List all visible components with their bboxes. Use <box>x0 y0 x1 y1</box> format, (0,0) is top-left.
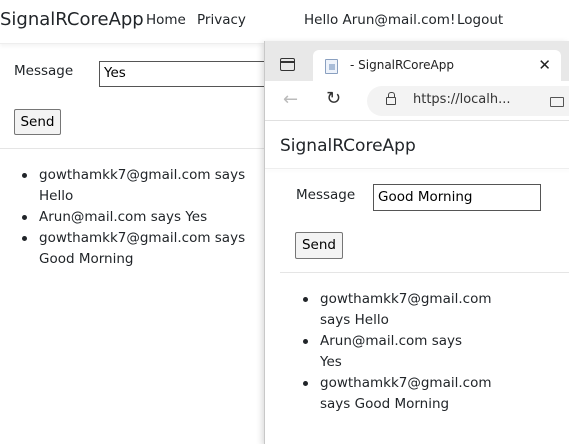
divider <box>0 148 270 149</box>
close-icon[interactable]: ✕ <box>538 56 551 74</box>
message-label: Message <box>296 187 356 203</box>
header-divider <box>265 168 569 169</box>
reader-mode-icon[interactable] <box>550 97 564 107</box>
message-label: Message <box>14 63 74 79</box>
nav-user-greeting[interactable]: Hello Arun@mail.com! <box>304 12 455 28</box>
send-button[interactable]: Send <box>14 109 61 135</box>
tab-strip: - SignalRCoreApp ✕ <box>265 41 569 81</box>
messages-list: gowthamkk7@gmail.com says Hello Arun@mai… <box>295 289 492 415</box>
list-item: gowthamkk7@gmail.com says Good Morning <box>295 373 492 415</box>
messages-list: gowthamkk7@gmail.com says Hello Arun@mai… <box>14 165 254 270</box>
back-arrow-icon[interactable]: ← <box>283 89 298 110</box>
list-item: Arun@mail.com says Yes <box>14 207 254 228</box>
browser-window: - SignalRCoreApp ✕ ← ↻ https://localh...… <box>264 41 569 444</box>
url-text[interactable]: https://localh... <box>413 92 511 107</box>
list-item: gowthamkk7@gmail.com says Hello <box>295 289 492 331</box>
divider <box>280 272 569 273</box>
navbar-brand[interactable]: SignalRCoreApp <box>0 9 144 30</box>
refresh-icon[interactable]: ↻ <box>326 88 341 109</box>
nav-privacy-link[interactable]: Privacy <box>197 12 246 28</box>
page-favicon-icon <box>325 59 338 74</box>
message-input[interactable]: Good Morning <box>373 184 541 211</box>
message-input[interactable]: Yes <box>99 61 279 87</box>
send-button[interactable]: Send <box>295 232 343 259</box>
sidebar-icon[interactable] <box>280 58 295 71</box>
address-bar[interactable]: https://localh... <box>367 86 569 116</box>
list-item: gowthamkk7@gmail.com says Good Morning <box>14 228 254 270</box>
browser-toolbar: ← ↻ https://localh... <box>265 81 569 121</box>
browser-tab[interactable]: - SignalRCoreApp ✕ <box>313 50 561 81</box>
nav-logout-link[interactable]: Logout <box>457 12 503 28</box>
tab-title: - SignalRCoreApp <box>350 58 454 72</box>
nav-home-link[interactable]: Home <box>146 12 186 28</box>
lock-icon[interactable] <box>386 92 396 105</box>
list-item: Arun@mail.com says Yes <box>295 331 485 373</box>
page-brand[interactable]: SignalRCoreApp <box>280 136 416 156</box>
top-navbar: SignalRCoreApp Home Privacy Hello Arun@m… <box>0 0 569 44</box>
list-item: gowthamkk7@gmail.com says Hello <box>14 165 254 207</box>
